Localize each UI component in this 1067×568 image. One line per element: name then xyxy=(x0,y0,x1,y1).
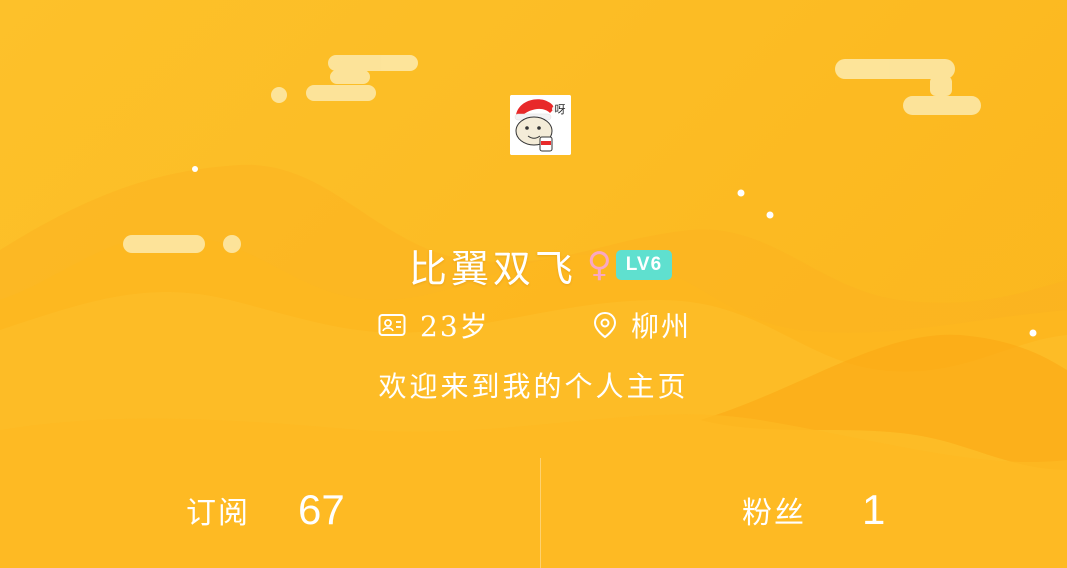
subscribe-stat[interactable]: 订阅 67 xyxy=(186,486,345,534)
location-text: 柳州 xyxy=(631,310,692,343)
stats-bar: 订阅 67 粉丝 1 xyxy=(0,458,1067,568)
avatar[interactable]: 呀 xyxy=(510,95,571,155)
subscribe-label: 订阅 xyxy=(186,496,250,531)
female-icon: ♀ xyxy=(586,245,612,285)
bio-text: 欢迎来到我的个人主页 xyxy=(378,370,689,403)
location-pin-icon xyxy=(593,311,617,339)
profile-header: 呀 比翼双飞 ♀ LV6 23岁 柳州 欢迎来到我的个人主页 订阅 67 粉丝 … xyxy=(0,0,1067,568)
fans-label: 粉丝 xyxy=(742,496,806,531)
subscribe-count: 67 xyxy=(298,486,345,533)
age-text: 23岁 xyxy=(420,310,490,343)
age-info: 23岁 xyxy=(378,305,490,345)
info-row: 23岁 柳州 xyxy=(0,305,1067,345)
username: 比翼双飞 xyxy=(408,246,577,291)
level-badge: LV6 xyxy=(615,250,673,280)
stats-divider xyxy=(540,458,541,568)
id-card-icon xyxy=(378,313,406,337)
avatar-image: 呀 xyxy=(510,95,571,155)
fans-stat[interactable]: 粉丝 1 xyxy=(742,486,885,534)
avatar-caption: 呀 xyxy=(555,103,566,116)
name-row: 比翼双飞 ♀ LV6 xyxy=(0,238,1067,292)
fans-count: 1 xyxy=(862,486,886,533)
location-info: 柳州 xyxy=(593,305,691,345)
